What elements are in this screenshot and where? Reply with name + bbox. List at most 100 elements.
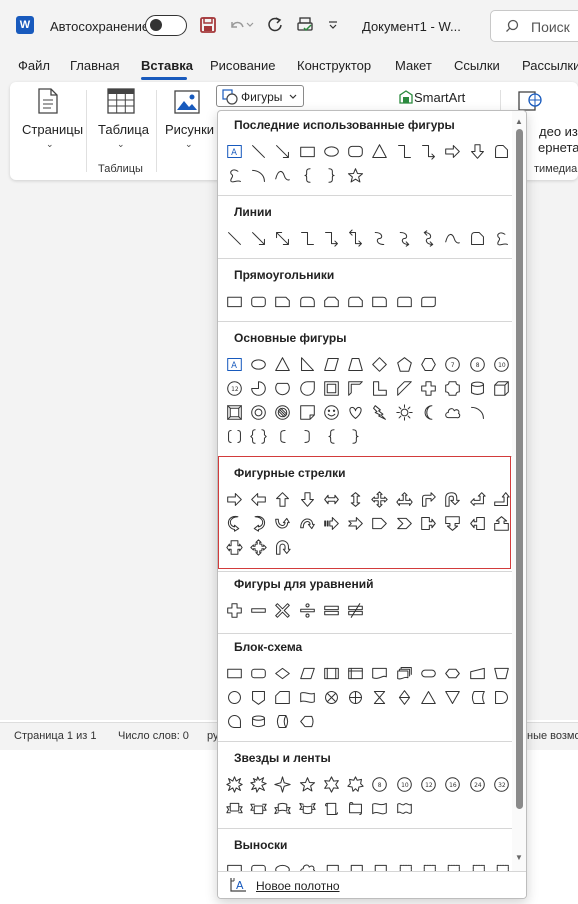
flowchart-extract-shape-icon[interactable] bbox=[416, 686, 440, 708]
star-12-shape-icon[interactable]: 12 bbox=[416, 773, 440, 795]
elbow-connector-shape-icon[interactable] bbox=[392, 140, 416, 162]
new-canvas-item[interactable]: A Новое полотно bbox=[218, 871, 526, 898]
explosion-2-shape-icon[interactable] bbox=[246, 773, 270, 795]
heptagon-shape-icon[interactable]: 7 bbox=[441, 353, 465, 375]
tab-layout[interactable]: Макет bbox=[395, 58, 432, 73]
smartart-button[interactable]: SmartArt bbox=[414, 90, 465, 105]
bent-arrow-shape-icon[interactable] bbox=[416, 488, 440, 510]
diagonal-stripe-shape-icon[interactable] bbox=[392, 377, 416, 399]
wave-shape-icon[interactable] bbox=[368, 797, 392, 819]
half-frame-shape-icon[interactable] bbox=[343, 377, 367, 399]
heart-shape-icon[interactable] bbox=[343, 401, 367, 423]
sun-shape-icon[interactable] bbox=[392, 401, 416, 423]
flowchart-connector-shape-icon[interactable] bbox=[222, 686, 246, 708]
curved-ribbon-down-shape-icon[interactable] bbox=[295, 797, 319, 819]
star-6-shape-icon[interactable] bbox=[319, 773, 343, 795]
oval-shape-icon[interactable] bbox=[319, 140, 343, 162]
table-button[interactable]: Таблица bbox=[98, 122, 149, 137]
save-icon[interactable] bbox=[197, 14, 219, 36]
freeform-shape-icon[interactable] bbox=[465, 227, 489, 249]
ribbon-down-shape-icon[interactable] bbox=[246, 797, 270, 819]
line-shape-icon[interactable] bbox=[222, 227, 246, 249]
flowchart-magnetic-disk-shape-icon[interactable] bbox=[246, 710, 270, 732]
scrollbar-thumb[interactable] bbox=[516, 129, 523, 809]
flowchart-decision-shape-icon[interactable] bbox=[271, 662, 295, 684]
flowchart-internal-storage-shape-icon[interactable] bbox=[343, 662, 367, 684]
moon-shape-icon[interactable] bbox=[416, 401, 440, 423]
tab-design[interactable]: Конструктор bbox=[297, 58, 371, 73]
round-diagonal-rectangle-shape-icon[interactable] bbox=[416, 290, 440, 312]
striped-right-arrow-shape-icon[interactable] bbox=[319, 512, 343, 534]
snip-single-corner-rectangle-shape-icon[interactable] bbox=[271, 290, 295, 312]
rectangle-shape-icon[interactable] bbox=[295, 140, 319, 162]
quad-arrow-shape-icon[interactable] bbox=[368, 488, 392, 510]
flowchart-sequential-access-storage-shape-icon[interactable] bbox=[222, 710, 246, 732]
scribble-shape-icon[interactable] bbox=[222, 164, 246, 186]
right-arrow-shape-icon[interactable] bbox=[441, 140, 465, 162]
flowchart-merge-shape-icon[interactable] bbox=[441, 686, 465, 708]
flowchart-data-shape-icon[interactable] bbox=[295, 662, 319, 684]
scroll-down-arrow-icon[interactable]: ▼ bbox=[515, 853, 523, 862]
elbow-double-arrow-connector-shape-icon[interactable] bbox=[343, 227, 367, 249]
flowchart-process-shape-icon[interactable] bbox=[222, 662, 246, 684]
curved-double-arrow-connector-shape-icon[interactable] bbox=[416, 227, 440, 249]
star-shape-icon[interactable] bbox=[343, 164, 367, 186]
curved-right-arrow-shape-icon[interactable] bbox=[222, 512, 246, 534]
star-32-shape-icon[interactable]: 32 bbox=[489, 773, 513, 795]
chevron-shape-icon[interactable] bbox=[392, 512, 416, 534]
right-brace-shape-icon[interactable] bbox=[343, 425, 367, 447]
left-right-arrow-callout-shape-icon[interactable] bbox=[222, 536, 246, 558]
curved-left-arrow-shape-icon[interactable] bbox=[246, 512, 270, 534]
lightning-bolt-shape-icon[interactable] bbox=[368, 401, 392, 423]
dodecagon-shape-icon[interactable]: 12 bbox=[222, 377, 246, 399]
flowchart-manual-operation-shape-icon[interactable] bbox=[489, 662, 513, 684]
right-arrow-callout-shape-icon[interactable] bbox=[416, 512, 440, 534]
plaque-shape-icon[interactable] bbox=[441, 377, 465, 399]
up-arrow-callout-shape-icon[interactable] bbox=[489, 512, 513, 534]
bent-up-arrow-shape-icon[interactable] bbox=[489, 488, 513, 510]
online-video-label-1[interactable]: део из bbox=[539, 124, 578, 139]
curved-connector-shape-icon[interactable] bbox=[368, 227, 392, 249]
can-shape-icon[interactable] bbox=[465, 377, 489, 399]
print-preview-icon[interactable] bbox=[294, 14, 316, 36]
star-16-shape-icon[interactable]: 16 bbox=[441, 773, 465, 795]
star-10-shape-icon[interactable]: 10 bbox=[392, 773, 416, 795]
down-arrow-shape-icon[interactable] bbox=[465, 140, 489, 162]
flowchart-manual-input-shape-icon[interactable] bbox=[465, 662, 489, 684]
down-arrow-shape-icon[interactable] bbox=[295, 488, 319, 510]
text-box-shape-icon[interactable]: A bbox=[222, 140, 246, 162]
elbow-arrow-connector-shape-icon[interactable] bbox=[416, 140, 440, 162]
folded-corner-shape-icon[interactable] bbox=[295, 401, 319, 423]
tab-references[interactable]: Ссылки bbox=[454, 58, 500, 73]
flowchart-document-shape-icon[interactable] bbox=[368, 662, 392, 684]
up-arrow-shape-icon[interactable] bbox=[271, 488, 295, 510]
tab-mailings[interactable]: Рассылки bbox=[522, 58, 578, 73]
teardrop-shape-icon[interactable] bbox=[295, 377, 319, 399]
smiley-face-shape-icon[interactable] bbox=[319, 401, 343, 423]
text-box-shape-icon[interactable]: A bbox=[222, 353, 246, 375]
plus-shape-icon[interactable] bbox=[222, 599, 246, 621]
decagon-shape-icon[interactable]: 10 bbox=[489, 353, 513, 375]
rounded-rectangle-shape-icon[interactable] bbox=[246, 290, 270, 312]
down-arrow-callout-shape-icon[interactable] bbox=[441, 512, 465, 534]
no-symbol-shape-icon[interactable] bbox=[271, 401, 295, 423]
triangle-shape-icon[interactable] bbox=[271, 353, 295, 375]
double-arrow-line-shape-icon[interactable] bbox=[271, 227, 295, 249]
snip-rectangle-shape-icon[interactable] bbox=[489, 140, 513, 162]
snip-round-rectangle-shape-icon[interactable] bbox=[343, 290, 367, 312]
flowchart-stored-data-shape-icon[interactable] bbox=[465, 686, 489, 708]
arc-shape-icon[interactable] bbox=[246, 164, 270, 186]
flowchart-card-shape-icon[interactable] bbox=[271, 686, 295, 708]
star-5-shape-icon[interactable] bbox=[295, 773, 319, 795]
autosave-toggle[interactable] bbox=[145, 15, 187, 36]
elbow-connector-shape-icon[interactable] bbox=[295, 227, 319, 249]
double-bracket-shape-icon[interactable] bbox=[222, 425, 246, 447]
flowchart-multidocument-shape-icon[interactable] bbox=[392, 662, 416, 684]
trapezoid-shape-icon[interactable] bbox=[343, 353, 367, 375]
star-24-shape-icon[interactable]: 24 bbox=[465, 773, 489, 795]
equal-shape-icon[interactable] bbox=[319, 599, 343, 621]
diamond-shape-icon[interactable] bbox=[368, 353, 392, 375]
flowchart-display-shape-icon[interactable] bbox=[295, 710, 319, 732]
right-bracket-shape-icon[interactable] bbox=[295, 425, 319, 447]
ribbon-up-shape-icon[interactable] bbox=[222, 797, 246, 819]
